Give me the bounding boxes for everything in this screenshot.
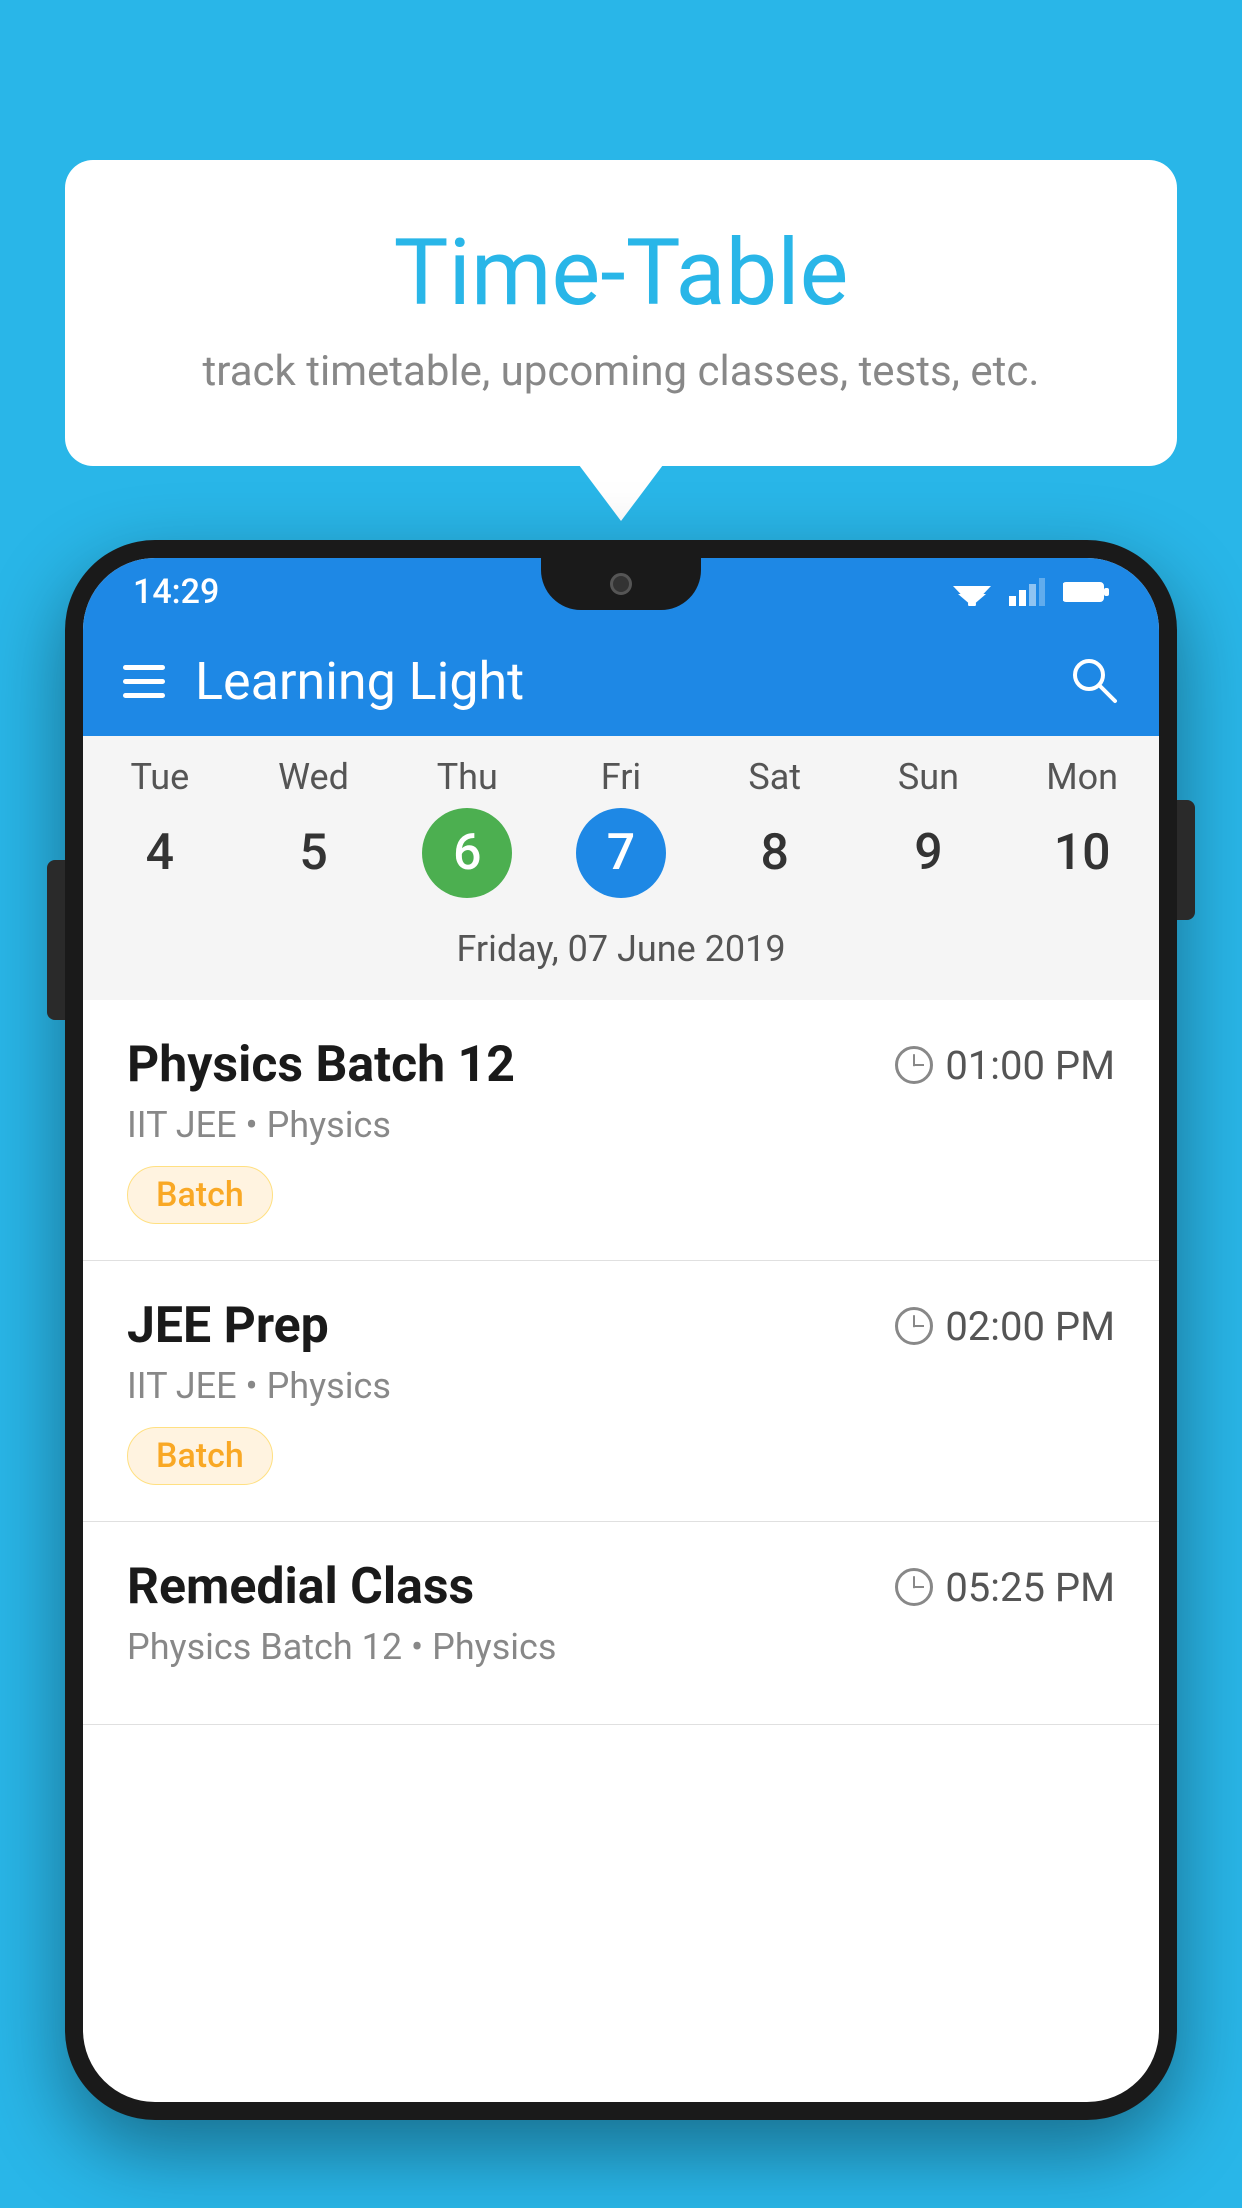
day-5[interactable]: 5	[269, 808, 359, 898]
clock-icon-3	[895, 1568, 933, 1606]
schedule-item-2-time: 02:00 PM	[895, 1303, 1115, 1350]
day-6-today[interactable]: 6	[422, 808, 512, 898]
day-9[interactable]: 9	[883, 808, 973, 898]
schedule-item-1-time-text: 01:00 PM	[945, 1042, 1115, 1089]
schedule-item-1-badge: Batch	[127, 1166, 273, 1224]
schedule-item-1-time: 01:00 PM	[895, 1042, 1115, 1089]
wifi-icon	[953, 578, 991, 606]
day-name-fri[interactable]: Fri	[544, 756, 698, 798]
speech-bubble-container: Time-Table track timetable, upcoming cla…	[65, 160, 1177, 466]
schedule-item-3-time: 05:25 PM	[895, 1564, 1115, 1611]
schedule-item-3-time-text: 05:25 PM	[945, 1564, 1115, 1611]
speech-bubble-subtitle: track timetable, upcoming classes, tests…	[145, 347, 1097, 396]
day-8[interactable]: 8	[730, 808, 820, 898]
day-name-wed[interactable]: Wed	[237, 756, 391, 798]
clock-icon-1	[895, 1046, 933, 1084]
schedule-item-2-time-text: 02:00 PM	[945, 1303, 1115, 1350]
status-icons	[953, 578, 1109, 606]
schedule-item-3[interactable]: Remedial Class 05:25 PM Physics Batch 12…	[83, 1522, 1159, 1725]
schedule-item-3-sub: Physics Batch 12 • Physics	[127, 1626, 1115, 1668]
battery-icon	[1063, 580, 1109, 604]
app-bar: Learning Light	[83, 626, 1159, 736]
schedule-item-2-badge: Batch	[127, 1427, 273, 1485]
phone-screen: 14:29	[83, 558, 1159, 2102]
schedule-item-1-title: Physics Batch 12	[127, 1036, 515, 1094]
day-name-tue[interactable]: Tue	[83, 756, 237, 798]
schedule-item-3-title: Remedial Class	[127, 1558, 474, 1616]
schedule-item-1-header: Physics Batch 12 01:00 PM	[127, 1036, 1115, 1094]
schedule-item-2-title: JEE Prep	[127, 1297, 329, 1355]
clock-icon-2	[895, 1307, 933, 1345]
calendar-strip: Tue Wed Thu Fri Sat Sun Mon 4 5 6 7 8 9 …	[83, 736, 1159, 1000]
day-name-sun[interactable]: Sun	[852, 756, 1006, 798]
day-7-selected[interactable]: 7	[576, 808, 666, 898]
day-numbers-row: 4 5 6 7 8 9 10	[83, 808, 1159, 898]
speech-bubble-title: Time-Table	[145, 220, 1097, 327]
day-4[interactable]: 4	[115, 808, 205, 898]
day-names-row: Tue Wed Thu Fri Sat Sun Mon	[83, 756, 1159, 798]
phone-outer: 14:29	[65, 540, 1177, 2120]
search-icon	[1067, 653, 1119, 705]
selected-date-label: Friday, 07 June 2019	[83, 918, 1159, 990]
day-name-mon[interactable]: Mon	[1005, 756, 1159, 798]
day-name-thu[interactable]: Thu	[390, 756, 544, 798]
app-title: Learning Light	[195, 651, 524, 712]
menu-button[interactable]	[123, 665, 165, 698]
signal-icon	[1009, 578, 1045, 606]
schedule-item-1-sub: IIT JEE • Physics	[127, 1104, 1115, 1146]
schedule-item-3-header: Remedial Class 05:25 PM	[127, 1558, 1115, 1616]
status-time: 14:29	[133, 572, 219, 612]
schedule-list: Physics Batch 12 01:00 PM IIT JEE • Phys…	[83, 1000, 1159, 1725]
phone-notch	[541, 558, 701, 610]
schedule-item-2-sub: IIT JEE • Physics	[127, 1365, 1115, 1407]
schedule-item-1[interactable]: Physics Batch 12 01:00 PM IIT JEE • Phys…	[83, 1000, 1159, 1261]
speech-bubble: Time-Table track timetable, upcoming cla…	[65, 160, 1177, 466]
app-bar-left: Learning Light	[123, 651, 524, 712]
phone-container: 14:29	[65, 540, 1177, 2208]
schedule-item-2[interactable]: JEE Prep 02:00 PM IIT JEE • Physics Batc…	[83, 1261, 1159, 1522]
day-10[interactable]: 10	[1037, 808, 1127, 898]
schedule-item-2-header: JEE Prep 02:00 PM	[127, 1297, 1115, 1355]
day-name-sat[interactable]: Sat	[698, 756, 852, 798]
search-button[interactable]	[1067, 653, 1119, 709]
camera-notch	[610, 573, 632, 595]
